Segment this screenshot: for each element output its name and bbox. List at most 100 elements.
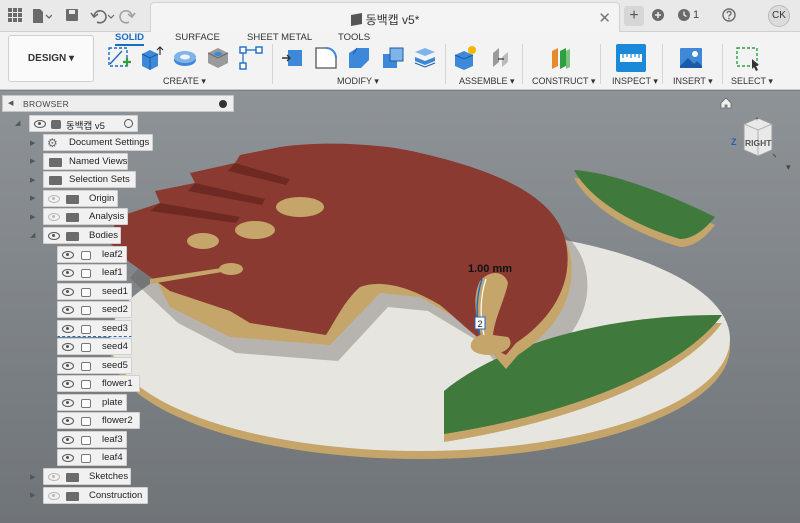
create-menu[interactable]: CREATE ▾ [163, 76, 206, 87]
grid-icon[interactable] [8, 8, 22, 25]
save-icon[interactable] [65, 8, 79, 25]
joint-icon[interactable] [488, 45, 514, 71]
document-tab[interactable]: 동백캡 v5* ✕ [150, 2, 620, 32]
expand-icon[interactable]: ▶ [30, 177, 38, 185]
browser-item-construction[interactable]: Construction [43, 487, 148, 504]
insert-menu[interactable]: INSERT ▾ [673, 76, 713, 87]
eye-icon[interactable] [62, 306, 74, 314]
body-row[interactable]: seed3 [57, 320, 132, 337]
browser-item-document-settings[interactable]: ⚙ Document Settings [43, 134, 153, 151]
extensions-icon[interactable] [651, 8, 665, 25]
browser-item-sketches[interactable]: Sketches [43, 468, 131, 485]
shell-icon[interactable] [380, 45, 406, 71]
body-row[interactable]: leaf1 [57, 264, 127, 281]
body-row[interactable]: leaf2 [57, 246, 127, 263]
combine-icon[interactable] [412, 45, 438, 71]
select-menu[interactable]: SELECT ▾ [731, 76, 773, 87]
tab-surface[interactable]: SURFACE [175, 32, 220, 46]
eye-icon[interactable] [62, 417, 74, 425]
assemble-menu[interactable]: ASSEMBLE ▾ [459, 76, 515, 87]
expand-icon[interactable]: ◢ [15, 120, 23, 128]
undo-icon[interactable] [90, 8, 116, 27]
expand-icon[interactable]: ▶ [30, 474, 38, 482]
eye-icon[interactable] [48, 473, 60, 481]
revolve-icon[interactable] [172, 45, 198, 71]
eye-icon[interactable] [62, 288, 74, 296]
expand-icon[interactable]: ▶ [30, 158, 38, 166]
expand-icon[interactable]: ▶ [30, 140, 38, 148]
browser-item-analysis[interactable]: Analysis [43, 208, 128, 225]
browser-item-bodies[interactable]: Bodies [43, 227, 121, 244]
browser-root[interactable]: 동백캡 v5 [29, 115, 138, 132]
chamfer-icon[interactable] [346, 45, 372, 71]
activate-radio[interactable] [124, 119, 133, 128]
extrude-icon[interactable] [138, 45, 164, 71]
hole-icon[interactable] [205, 45, 231, 71]
body-row[interactable]: seed2 [57, 301, 132, 318]
close-tab-icon[interactable]: ✕ [598, 9, 611, 27]
file-icon[interactable] [32, 8, 53, 27]
eye-icon[interactable] [62, 399, 74, 407]
browser-item-origin[interactable]: Origin [43, 190, 118, 207]
body-row[interactable]: seed5 [57, 357, 132, 374]
avatar[interactable]: CK [768, 5, 790, 27]
eye-icon[interactable] [62, 362, 74, 370]
body-row[interactable]: flower2 [57, 412, 140, 429]
eye-icon[interactable] [62, 325, 74, 333]
body-row[interactable]: seed1 [57, 283, 132, 300]
eye-icon[interactable] [62, 380, 74, 388]
home-icon[interactable] [720, 97, 732, 109]
measure-icon[interactable] [616, 44, 646, 72]
construct-menu[interactable]: CONSTRUCT ▾ [532, 76, 595, 87]
eye-icon[interactable] [48, 213, 60, 221]
eye-icon[interactable] [62, 251, 74, 259]
redo-icon[interactable] [118, 8, 144, 27]
browser-item-named-views[interactable]: Named Views [43, 153, 128, 170]
offset-plane-icon[interactable] [548, 45, 574, 71]
eye-icon[interactable] [48, 492, 60, 500]
seed2[interactable] [235, 221, 275, 239]
fillet-icon[interactable] [313, 45, 339, 71]
browser-header[interactable]: ◀ BROWSER [2, 95, 234, 112]
expand-icon[interactable]: ▶ [30, 492, 38, 500]
eye-icon[interactable] [62, 454, 74, 462]
expand-icon[interactable]: ▶ [30, 195, 38, 203]
new-component-icon[interactable] [452, 45, 478, 71]
body-row[interactable]: flower1 [57, 375, 140, 392]
eye-icon[interactable] [62, 269, 74, 277]
dimension-label[interactable]: 1.00 mm [468, 263, 512, 275]
eye-icon[interactable] [62, 343, 74, 351]
seed1[interactable] [276, 197, 324, 217]
select-icon[interactable] [735, 45, 761, 71]
eye-icon[interactable] [48, 195, 60, 203]
pattern-icon[interactable] [238, 45, 264, 71]
clock-icon[interactable] [677, 8, 691, 25]
canvas-viewport[interactable]: 2 ◀ BROWSER ◢ 동백캡 v5 ▶ ⚙ Document Settin… [0, 91, 800, 523]
create-sketch-icon[interactable] [106, 45, 132, 71]
modify-menu[interactable]: MODIFY ▾ [337, 76, 379, 87]
eye-icon[interactable] [48, 232, 60, 240]
body-row[interactable]: plate [57, 394, 127, 411]
body-row[interactable]: leaf3 [57, 431, 127, 448]
body-icon [81, 288, 91, 297]
body-row[interactable]: seed4 [57, 338, 132, 355]
expand-icon[interactable]: ◢ [30, 232, 38, 240]
new-tab-button[interactable]: + [624, 6, 644, 26]
pin-icon[interactable] [219, 100, 227, 108]
press-pull-icon[interactable] [280, 45, 306, 71]
body-row[interactable]: leaf4 [57, 449, 127, 466]
browser-item-selection-sets[interactable]: Selection Sets [43, 171, 136, 188]
help-icon[interactable] [722, 8, 736, 25]
workspace-switcher[interactable]: DESIGN ▾ [8, 35, 94, 82]
seed3[interactable] [187, 233, 219, 249]
eye-icon[interactable] [62, 436, 74, 444]
eye-icon[interactable] [34, 120, 46, 128]
expand-icon[interactable]: ▶ [30, 214, 38, 222]
tab-tools[interactable]: TOOLS [338, 32, 370, 46]
tab-solid[interactable]: SOLID [115, 32, 145, 46]
inspect-menu[interactable]: INSPECT ▾ [612, 76, 658, 87]
collapse-icon[interactable]: ◀ [8, 100, 16, 108]
insert-image-icon[interactable] [678, 45, 704, 71]
viewcube-menu-icon[interactable]: ▾ [786, 162, 791, 173]
tab-sheet-metal[interactable]: SHEET METAL [247, 32, 312, 46]
